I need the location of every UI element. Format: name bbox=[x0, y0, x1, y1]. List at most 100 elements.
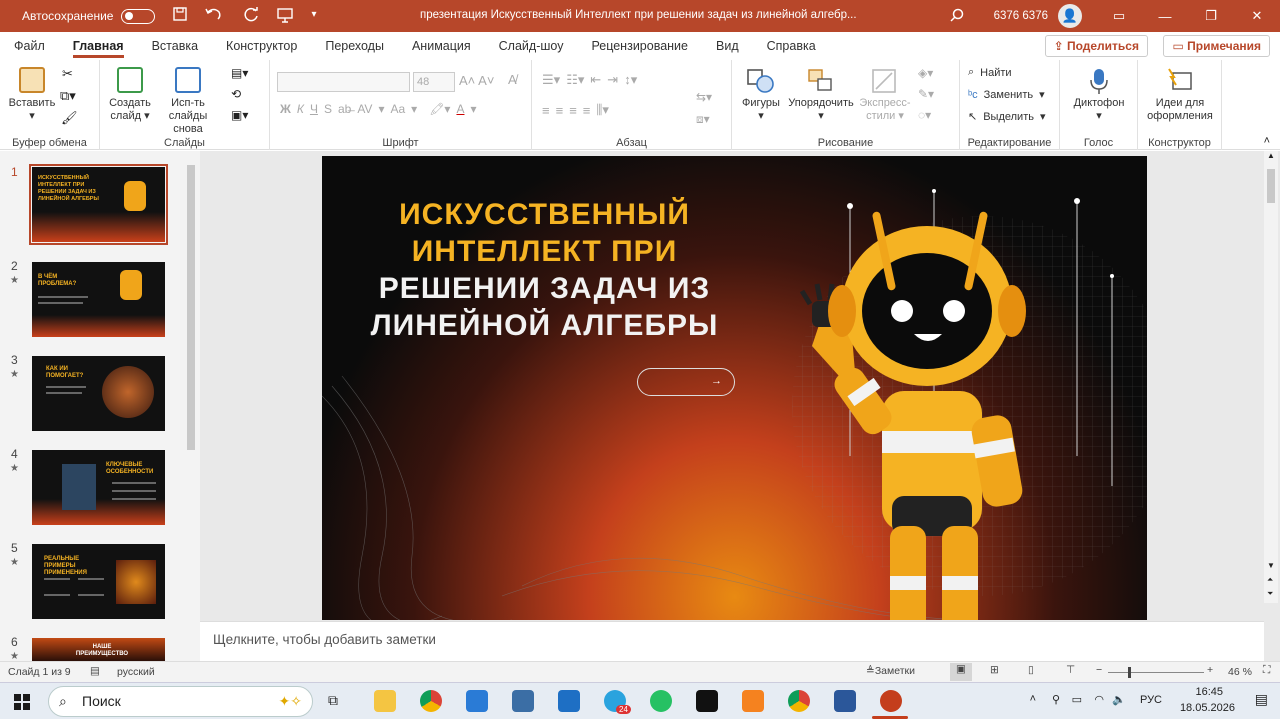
notes-button[interactable]: ≜Заметки bbox=[866, 665, 915, 677]
italic-button[interactable]: К bbox=[297, 102, 304, 116]
notion-icon[interactable] bbox=[696, 690, 718, 712]
editor-scrollbar[interactable]: ▲ ▼ ⏶ ⏷ bbox=[1264, 151, 1278, 603]
numbering-icon[interactable]: ☷▾ bbox=[566, 72, 584, 88]
undo-icon[interactable] bbox=[205, 7, 225, 26]
sublime-icon[interactable] bbox=[742, 690, 764, 712]
outlook-icon[interactable] bbox=[558, 690, 580, 712]
slide-thumbnail-4[interactable]: КЛЮЧЕВЫЕ ОСОБЕННОСТИ bbox=[32, 450, 165, 525]
notes-placeholder[interactable]: Щелкните, чтобы добавить заметки bbox=[200, 621, 1264, 661]
font-grow-icon[interactable]: A˄ A˅ bbox=[459, 73, 494, 88]
tab-animation[interactable]: Анимация bbox=[398, 32, 485, 60]
prev-slide-icon[interactable]: ⏶ bbox=[1267, 575, 1273, 585]
fit-slide-icon[interactable]: ⛶ bbox=[1263, 664, 1270, 677]
windows-start-icon[interactable] bbox=[14, 694, 30, 713]
next-slide-icon[interactable]: ⏷ bbox=[1267, 589, 1273, 599]
zoom-level[interactable]: 46 % bbox=[1228, 666, 1252, 678]
underline-button[interactable]: Ч bbox=[310, 102, 318, 116]
font-name-input[interactable] bbox=[277, 72, 410, 92]
tab-slideshow[interactable]: Слайд-шоу bbox=[485, 32, 578, 60]
format-painter-icon[interactable]: 🖌 bbox=[61, 110, 78, 126]
python-icon[interactable] bbox=[512, 690, 534, 712]
tab-view[interactable]: Вид bbox=[702, 32, 753, 60]
close-icon[interactable]: ✕ bbox=[1234, 8, 1280, 24]
highlight-icon[interactable]: 🖍▾ bbox=[429, 102, 450, 116]
zoom-slider-thumb[interactable] bbox=[1128, 667, 1131, 678]
store-icon[interactable] bbox=[466, 690, 488, 712]
line-spacing-icon[interactable]: ↕▾ bbox=[624, 72, 637, 88]
bullets-icon[interactable]: ☰▾ bbox=[542, 72, 560, 88]
present-icon[interactable] bbox=[277, 7, 294, 26]
bold-button[interactable]: Ж bbox=[280, 102, 291, 116]
zoom-in-icon[interactable]: + bbox=[1207, 664, 1213, 676]
select-button[interactable]: ↖ Выделить ▾ bbox=[968, 110, 1046, 124]
zoom-out-icon[interactable]: − bbox=[1096, 664, 1102, 676]
taskbar-search-input[interactable]: ⌕ Поиск ✦✧ bbox=[48, 686, 313, 717]
file-explorer-icon[interactable] bbox=[374, 690, 396, 712]
spacing-button[interactable]: AV bbox=[357, 102, 372, 116]
scroll-down-icon[interactable]: ▼ bbox=[1267, 561, 1275, 570]
smartart-icon[interactable]: ⧈▾ bbox=[696, 112, 710, 127]
justify-icon[interactable]: ≡ bbox=[583, 103, 591, 118]
reset-icon[interactable]: ⟲ bbox=[231, 87, 241, 101]
customize-icon[interactable]: ▾ bbox=[311, 7, 316, 26]
powerpoint-icon[interactable] bbox=[880, 690, 902, 712]
font-size-input[interactable]: 48 bbox=[413, 72, 455, 92]
search-icon[interactable] bbox=[950, 8, 964, 25]
tab-insert[interactable]: Вставка bbox=[138, 32, 212, 60]
shape-effects-icon[interactable]: ◌▾ bbox=[918, 108, 931, 122]
shape-outline-icon[interactable]: ✎▾ bbox=[918, 87, 934, 101]
input-language[interactable]: РУС bbox=[1140, 694, 1162, 706]
design-ideas-button[interactable]: Идеи для оформления bbox=[1142, 67, 1218, 123]
whatsapp-icon[interactable] bbox=[650, 690, 672, 712]
volume-icon[interactable]: 🔈 bbox=[1112, 693, 1126, 706]
align-left-icon[interactable]: ≡ bbox=[542, 103, 550, 118]
zoom-slider[interactable] bbox=[1108, 672, 1204, 673]
task-view-icon[interactable]: ⧉ bbox=[328, 692, 338, 709]
increase-indent-icon[interactable]: ⇥ bbox=[607, 72, 618, 88]
clock-date[interactable]: 18.05.2026 bbox=[1180, 702, 1235, 714]
reading-view-icon[interactable]: ▯ bbox=[1028, 664, 1034, 676]
slide-thumbnail-1[interactable]: ИСКУССТВЕННЫЙ ИНТЕЛЛЕКТ ПРИ РЕШЕНИИ ЗАДА… bbox=[29, 164, 168, 245]
new-slide-button[interactable]: Создать слайд ▾ bbox=[106, 67, 154, 123]
shapes-button[interactable]: Фигуры ▾ bbox=[738, 67, 784, 123]
save-icon[interactable] bbox=[173, 6, 188, 26]
text-direction-icon[interactable]: ⇆▾ bbox=[696, 90, 712, 104]
ribbon-display-icon[interactable]: ▭ bbox=[1096, 8, 1142, 24]
thumbnails-scrollbar[interactable] bbox=[185, 155, 197, 660]
tab-help[interactable]: Справка bbox=[753, 32, 830, 60]
replace-button[interactable]: ᵇc Заменить ▾ bbox=[968, 88, 1045, 102]
reuse-slides-button[interactable]: Исп-ть слайды снова bbox=[156, 67, 220, 136]
slide-sorter-icon[interactable]: ⊞ bbox=[990, 664, 999, 676]
columns-icon[interactable]: ⫼▾ bbox=[596, 102, 609, 118]
tab-transitions[interactable]: Переходы bbox=[311, 32, 398, 60]
slide-thumbnail-5[interactable]: РЕАЛЬНЫЕ ПРИМЕРЫ ПРИМЕНЕНИЯ bbox=[32, 544, 165, 619]
shape-fill-icon[interactable]: ◈▾ bbox=[918, 66, 933, 80]
chrome-icon[interactable] bbox=[420, 690, 442, 712]
word-icon[interactable] bbox=[834, 690, 856, 712]
font-color-icon[interactable]: A bbox=[456, 102, 464, 116]
slide-thumbnail-3[interactable]: КАК ИИ ПОМОГАЕТ? bbox=[32, 356, 165, 431]
layout-icon[interactable]: ▤▾ bbox=[231, 66, 248, 80]
align-right-icon[interactable]: ≡ bbox=[569, 103, 577, 118]
arrange-button[interactable]: Упорядочить ▾ bbox=[786, 67, 856, 123]
slide-button[interactable]: → bbox=[637, 368, 735, 396]
comments-button[interactable]: ▭ Примечания bbox=[1163, 35, 1270, 57]
tab-review[interactable]: Рецензирование bbox=[577, 32, 702, 60]
tray-chevron-icon[interactable]: ˄ bbox=[1030, 693, 1036, 705]
decrease-indent-icon[interactable]: ⇤ bbox=[590, 72, 601, 88]
slide-canvas[interactable]: ИСКУССТВЕННЫЙ ИНТЕЛЛЕКТ ПРИ РЕШЕНИИ ЗАДА… bbox=[322, 156, 1147, 620]
tab-home[interactable]: Главная bbox=[59, 32, 138, 60]
restore-icon[interactable]: ❐ bbox=[1188, 8, 1234, 24]
redo-icon[interactable] bbox=[243, 6, 259, 26]
slide-thumbnail-6[interactable]: НАШЕ ПРЕИМУЩЕСТВО bbox=[32, 638, 165, 661]
tab-file[interactable]: Файл bbox=[0, 32, 59, 60]
notifications-icon[interactable]: ▤ bbox=[1255, 691, 1268, 708]
slide-thumbnail-2[interactable]: В ЧЁМ ПРОБЛЕМА? bbox=[32, 262, 165, 337]
align-center-icon[interactable]: ≡ bbox=[556, 103, 564, 118]
clock-time[interactable]: 16:45 bbox=[1195, 686, 1223, 698]
minimize-icon[interactable]: — bbox=[1142, 9, 1188, 24]
scroll-up-icon[interactable]: ▲ bbox=[1267, 151, 1275, 160]
case-button[interactable]: Aa bbox=[390, 102, 405, 116]
chrome-profile-icon[interactable] bbox=[788, 690, 810, 712]
find-button[interactable]: ⌕ Найти bbox=[968, 66, 1012, 79]
